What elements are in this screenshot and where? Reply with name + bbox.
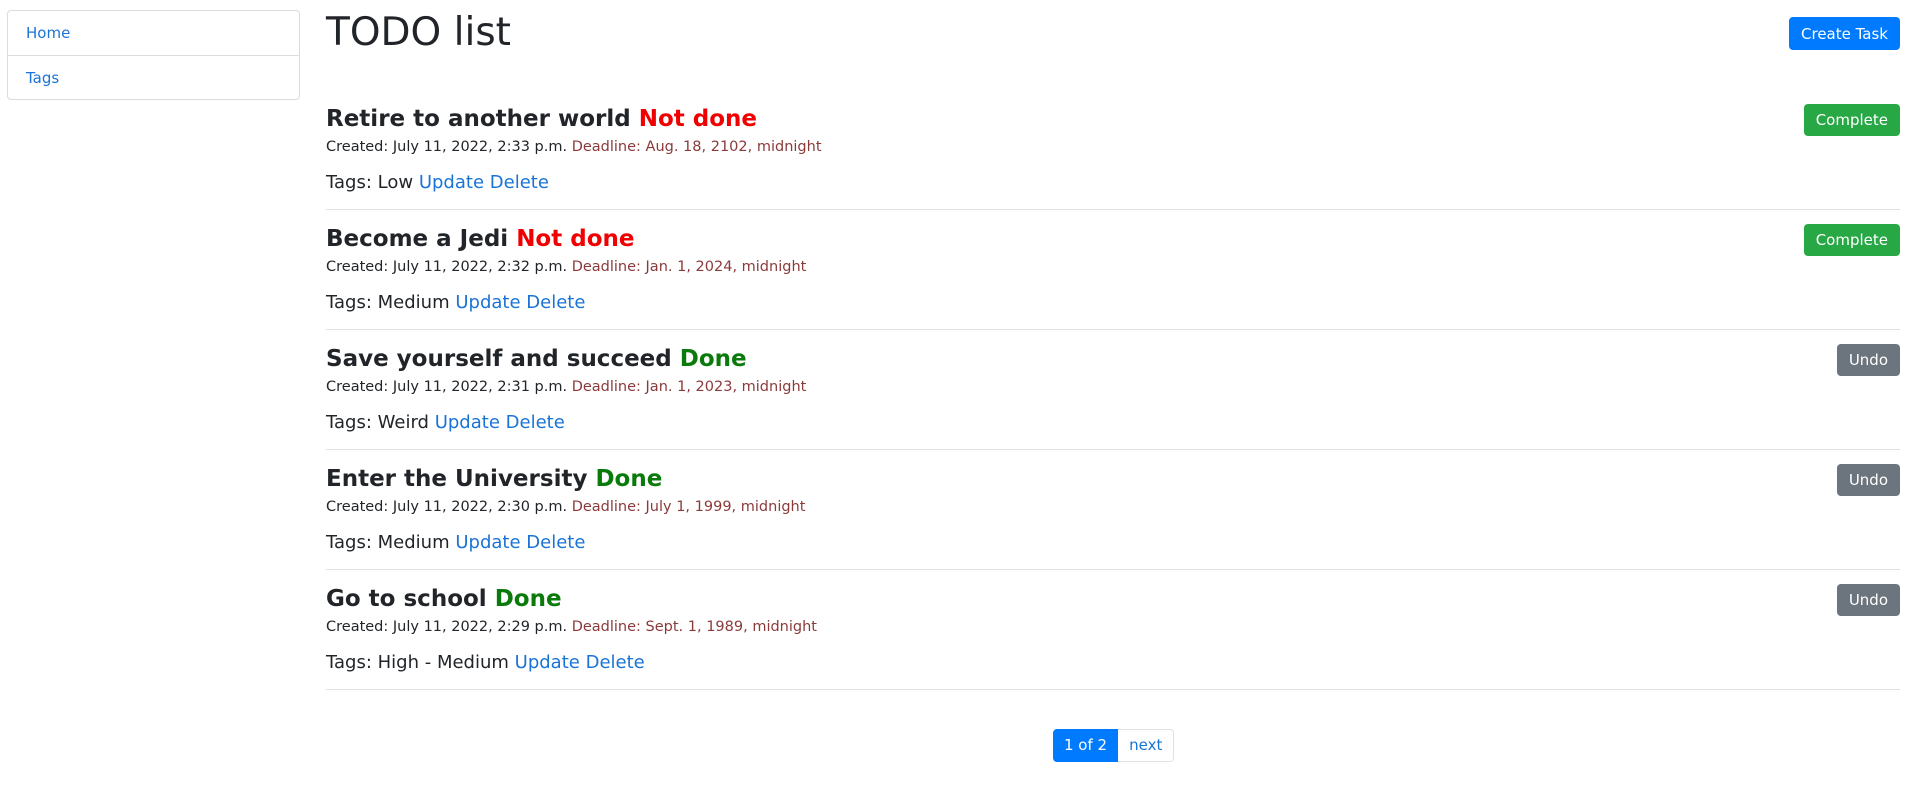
task-meta: Created: July 11, 2022, 2:33 p.m. Deadli… xyxy=(326,139,822,155)
pagination: 1 of 2 next xyxy=(1053,729,1175,762)
task-title: Save yourself and succeed Done xyxy=(326,344,747,374)
sidebar: Home Tags xyxy=(7,10,300,100)
task-name: Save yourself and succeed xyxy=(326,346,672,372)
created-date: Created: July 11, 2022, 2:29 p.m. xyxy=(326,619,568,635)
update-link[interactable]: Update xyxy=(455,532,520,553)
task-item: Enter the University Done Created: July … xyxy=(326,450,1900,570)
task-name: Go to school xyxy=(326,586,487,612)
created-date: Created: July 11, 2022, 2:33 p.m. xyxy=(326,139,568,155)
created-date: Created: July 11, 2022, 2:32 p.m. xyxy=(326,259,568,275)
task-title: Retire to another world Not done xyxy=(326,104,757,134)
undo-button[interactable]: Undo xyxy=(1836,464,1900,496)
status-label: Not done xyxy=(516,226,635,252)
delete-link[interactable]: Delete xyxy=(526,532,585,553)
task-meta: Created: July 11, 2022, 2:31 p.m. Deadli… xyxy=(326,379,806,395)
deadline-date: Deadline: Sept. 1, 1989, midnight xyxy=(571,619,817,635)
task-name: Become a Jedi xyxy=(326,226,509,252)
delete-link[interactable]: Delete xyxy=(490,172,549,193)
task-tags-row: Tags: Medium Update Delete xyxy=(326,292,585,313)
page-title: TODO list xyxy=(326,10,511,55)
task-tags: Tags: High - Medium xyxy=(326,652,509,673)
task-tags: Tags: Weird xyxy=(326,412,429,433)
created-date: Created: July 11, 2022, 2:31 p.m. xyxy=(326,379,568,395)
update-link[interactable]: Update xyxy=(435,412,500,433)
task-title: Go to school Done xyxy=(326,584,562,614)
task-title: Enter the University Done xyxy=(326,464,662,494)
create-task-button[interactable]: Create Task xyxy=(1789,17,1900,50)
update-link[interactable]: Update xyxy=(515,652,580,673)
task-item: Save yourself and succeed Done Created: … xyxy=(326,330,1900,450)
task-tags-row: Tags: Weird Update Delete xyxy=(326,412,565,433)
task-tags: Tags: Medium xyxy=(326,532,450,553)
task-meta: Created: July 11, 2022, 2:30 p.m. Deadli… xyxy=(326,499,805,515)
task-list: Retire to another world Not done Created… xyxy=(326,90,1900,690)
task-tags-row: Tags: Medium Update Delete xyxy=(326,532,585,553)
delete-link[interactable]: Delete xyxy=(586,652,645,673)
task-tags-row: Tags: High - Medium Update Delete xyxy=(326,652,645,673)
delete-link[interactable]: Delete xyxy=(526,292,585,313)
task-item: Retire to another world Not done Created… xyxy=(326,90,1900,210)
status-label: Not done xyxy=(638,106,758,132)
deadline-date: Deadline: Aug. 18, 2102, midnight xyxy=(571,139,822,155)
task-name: Retire to another world xyxy=(326,106,631,132)
task-title: Become a Jedi Not done xyxy=(326,224,634,254)
sidebar-item-home[interactable]: Home xyxy=(8,11,299,55)
task-tags-row: Tags: Low Update Delete xyxy=(326,172,549,193)
deadline-date: Deadline: Jan. 1, 2023, midnight xyxy=(571,379,807,395)
complete-button[interactable]: Complete xyxy=(1803,224,1900,256)
status-label: Done xyxy=(679,346,747,372)
task-meta: Created: July 11, 2022, 2:32 p.m. Deadli… xyxy=(326,259,806,275)
undo-button[interactable]: Undo xyxy=(1836,584,1900,616)
task-name: Enter the University xyxy=(326,466,588,492)
sidebar-item-tags[interactable]: Tags xyxy=(8,55,299,99)
task-meta: Created: July 11, 2022, 2:29 p.m. Deadli… xyxy=(326,619,817,635)
current-page[interactable]: 1 of 2 xyxy=(1053,729,1119,762)
task-item: Become a Jedi Not done Created: July 11,… xyxy=(326,210,1900,330)
status-label: Done xyxy=(595,466,663,492)
undo-button[interactable]: Undo xyxy=(1836,344,1900,376)
complete-button[interactable]: Complete xyxy=(1803,104,1900,136)
task-item: Go to school Done Created: July 11, 2022… xyxy=(326,570,1900,690)
deadline-date: Deadline: Jan. 1, 2024, midnight xyxy=(571,259,807,275)
task-tags: Tags: Medium xyxy=(326,292,450,313)
delete-link[interactable]: Delete xyxy=(506,412,565,433)
status-label: Done xyxy=(494,586,562,612)
next-page-link[interactable]: next xyxy=(1118,729,1175,762)
created-date: Created: July 11, 2022, 2:30 p.m. xyxy=(326,499,568,515)
update-link[interactable]: Update xyxy=(455,292,520,313)
update-link[interactable]: Update xyxy=(419,172,484,193)
deadline-date: Deadline: July 1, 1999, midnight xyxy=(571,499,806,515)
task-tags: Tags: Low xyxy=(326,172,414,193)
